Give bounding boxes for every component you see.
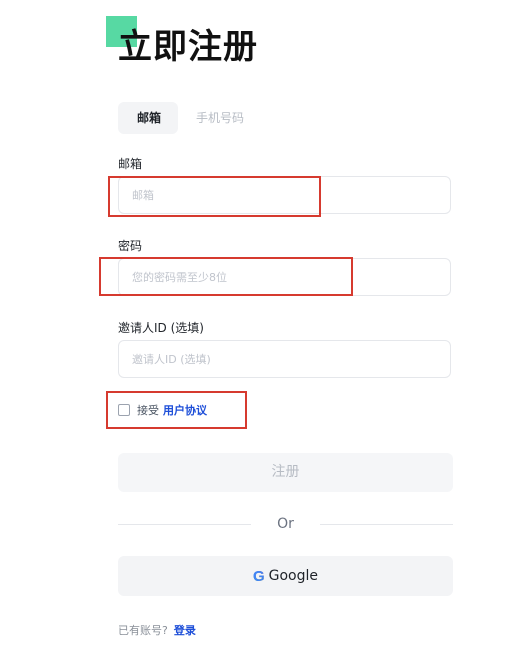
email-field[interactable]: [119, 177, 450, 213]
agreement-prefix: 接受: [137, 404, 159, 417]
divider-line-left: [118, 523, 252, 525]
password-field[interactable]: [119, 259, 450, 295]
tab-phone[interactable]: 手机号码: [196, 102, 244, 134]
register-button[interactable]: 注册: [118, 453, 453, 492]
email-field-box: [118, 176, 451, 214]
agreement-row: 接受 用户协议: [118, 402, 207, 418]
tab-email[interactable]: 邮箱: [118, 102, 178, 134]
signup-method-tabs: 邮箱 手机号码: [118, 102, 244, 134]
page-title: 立即注册: [118, 27, 258, 67]
password-label: 密码: [118, 239, 143, 253]
agreement-checkbox[interactable]: [118, 404, 130, 416]
divider-line-right: [319, 523, 453, 525]
referrer-label: 邀请人ID (选填): [118, 321, 204, 335]
google-button-label: Google: [268, 568, 319, 584]
or-divider: Or: [118, 513, 453, 535]
email-label: 邮箱: [118, 157, 143, 171]
password-field-box: [118, 258, 451, 296]
referrer-field[interactable]: [119, 341, 450, 377]
google-icon: G: [252, 567, 265, 585]
google-signin-button[interactable]: G Google: [118, 556, 453, 596]
login-row: 已有账号? 登录: [118, 622, 196, 638]
user-agreement-link[interactable]: 用户协议: [163, 402, 207, 418]
login-prompt: 已有账号?: [118, 624, 168, 637]
divider-or-text: Or: [277, 516, 294, 532]
referrer-field-box: [118, 340, 451, 378]
login-link[interactable]: 登录: [174, 622, 196, 638]
